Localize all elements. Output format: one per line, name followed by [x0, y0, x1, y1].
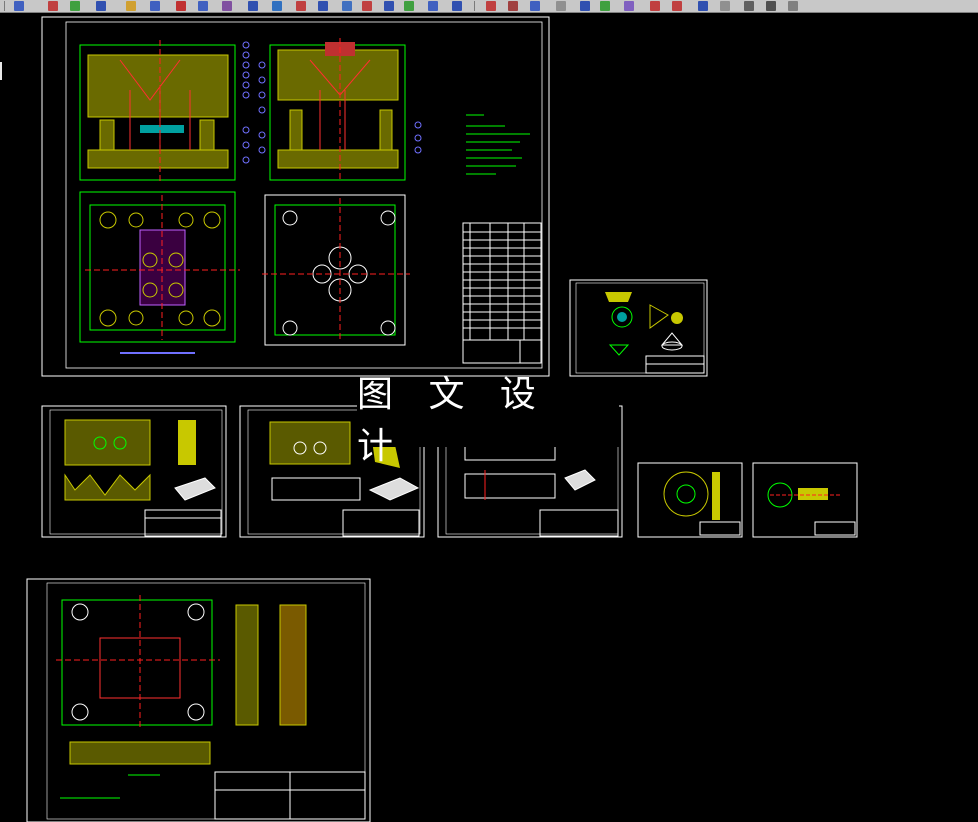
tool-icon[interactable] — [788, 1, 798, 11]
arrow-icon[interactable] — [14, 1, 24, 11]
redo-icon[interactable] — [452, 1, 462, 11]
tool-icon[interactable] — [580, 1, 590, 11]
tool-icon[interactable] — [720, 1, 730, 11]
pencil-icon[interactable] — [48, 1, 58, 11]
hatch-icon[interactable] — [150, 1, 160, 11]
circle-icon[interactable] — [126, 1, 136, 11]
line-icon[interactable] — [70, 1, 80, 11]
cad-toolbar — [0, 0, 978, 13]
part-sheet-1[interactable] — [41, 405, 227, 538]
technical-notes — [466, 114, 530, 175]
toolbar-separator — [4, 1, 5, 11]
block-icon[interactable] — [272, 1, 282, 11]
tool-icon[interactable] — [556, 1, 566, 11]
fixed-half-plan-view — [262, 194, 410, 346]
tool-icon[interactable] — [766, 1, 776, 11]
dimension-icon[interactable] — [198, 1, 208, 11]
move-icon[interactable] — [296, 1, 306, 11]
tool-icon[interactable] — [624, 1, 634, 11]
tool-icon[interactable] — [650, 1, 660, 11]
tool-icon[interactable] — [530, 1, 540, 11]
moving-half-plan-view — [79, 191, 240, 354]
assembly-sheet[interactable] — [41, 16, 550, 377]
box-icon[interactable] — [96, 1, 106, 11]
rotate-icon[interactable] — [318, 1, 328, 11]
undo-icon[interactable] — [428, 1, 438, 11]
tool-icon[interactable] — [508, 1, 518, 11]
part-sheet-4[interactable] — [637, 462, 743, 538]
zoom-icon[interactable] — [362, 1, 372, 11]
tool-icon[interactable] — [698, 1, 708, 11]
layer-icon[interactable] — [222, 1, 232, 11]
part-sheet-5[interactable] — [752, 462, 858, 538]
side-section-view — [269, 38, 406, 182]
watermark-text: 图 文 设 计 — [357, 374, 548, 467]
tool-icon[interactable] — [600, 1, 610, 11]
snap-icon[interactable] — [248, 1, 258, 11]
help-icon[interactable] — [486, 1, 496, 11]
print-icon[interactable] — [404, 1, 414, 11]
tool-icon[interactable] — [672, 1, 682, 11]
parts-list-table — [462, 222, 542, 364]
front-section-view — [79, 40, 236, 182]
plate-drawing-sheet[interactable] — [26, 578, 371, 822]
part-drawing-sheet[interactable] — [569, 279, 708, 377]
watermark-overlay: 图 文 设 计 — [357, 374, 619, 467]
pan-icon[interactable] — [384, 1, 394, 11]
scale-icon[interactable] — [342, 1, 352, 11]
toolbar-separator — [474, 1, 475, 11]
text-icon[interactable] — [176, 1, 186, 11]
tool-icon[interactable] — [744, 1, 754, 11]
